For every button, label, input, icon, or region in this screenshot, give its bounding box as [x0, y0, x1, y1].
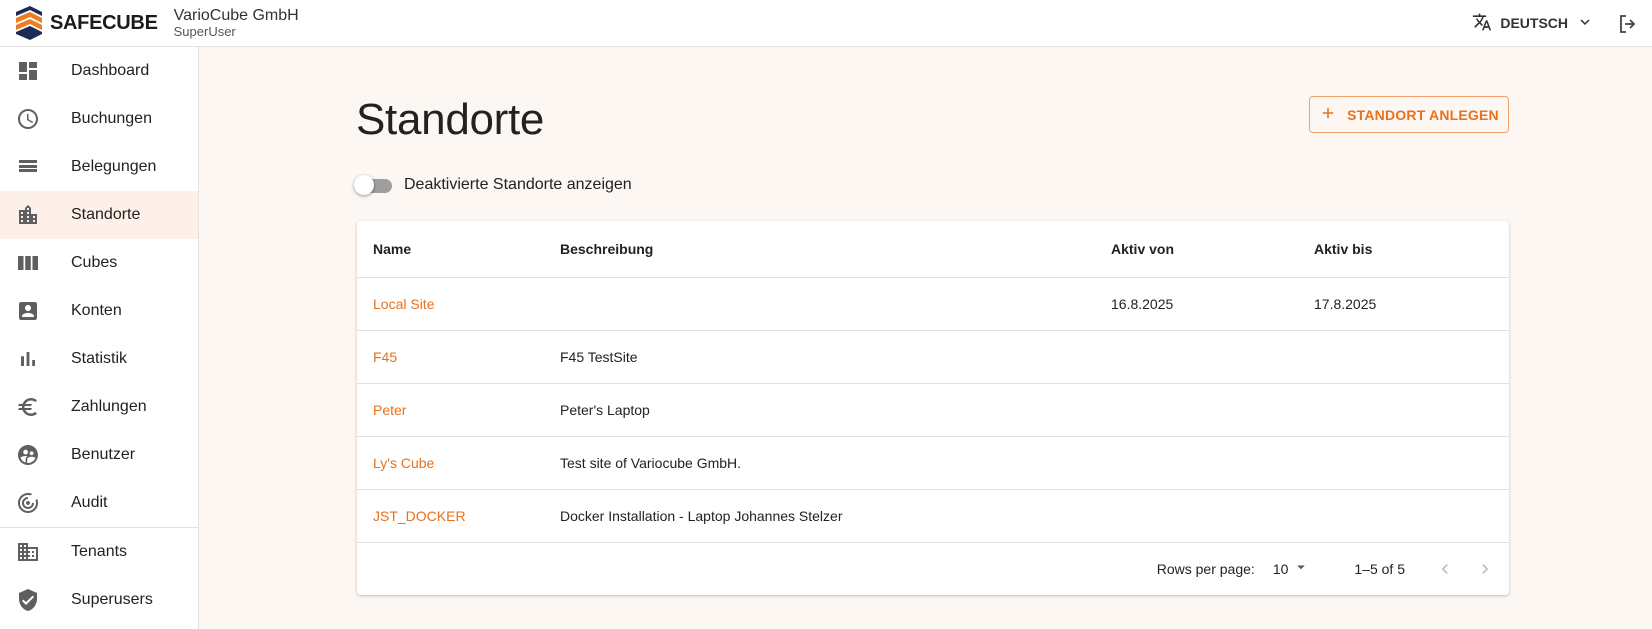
- location-active-to: [1314, 436, 1509, 490]
- table-pagination: Rows per page: 10 1–5 of 5: [357, 543, 1509, 595]
- chevron-down-icon: [1576, 13, 1594, 34]
- sidebar-item-konten[interactable]: Konten: [0, 287, 198, 335]
- location-active-from: [1111, 489, 1314, 543]
- next-page-icon[interactable]: [1475, 559, 1495, 579]
- language-selector[interactable]: DEUTSCH: [1472, 11, 1594, 35]
- location-description: Test site of Variocube GmbH.: [560, 436, 1111, 490]
- sidebar-item-label: Belegungen: [71, 158, 157, 175]
- location-description: Peter's Laptop: [560, 383, 1111, 437]
- location-active-to: [1314, 383, 1509, 437]
- location-active-from: 16.8.2025: [1111, 277, 1314, 331]
- rows-per-page-select[interactable]: 10: [1273, 558, 1311, 579]
- sidebar-item-cubes[interactable]: Cubes: [0, 239, 198, 287]
- sidebar: Dashboard Buchungen Belegungen Standorte…: [0, 47, 199, 629]
- add-location-button[interactable]: STANDORT ANLEGEN: [1309, 96, 1509, 133]
- arrow-drop-down-icon: [1292, 558, 1310, 579]
- pagination-range: 1–5 of 5: [1354, 560, 1405, 577]
- euro-icon: [16, 395, 40, 419]
- sidebar-item-label: Benutzer: [71, 446, 136, 463]
- view-stream-icon: [16, 155, 40, 179]
- location-description: [560, 277, 1111, 331]
- sidebar-item-label: Buchungen: [71, 110, 152, 127]
- sidebar-item-belegungen[interactable]: Belegungen: [0, 143, 198, 191]
- company-name: VarioCube GmbH: [173, 7, 299, 24]
- table-row[interactable]: JST_DOCKER Docker Installation - Laptop …: [357, 489, 1509, 543]
- app-header: SAFECUBE VarioCube GmbH SuperUser DEUTSC…: [0, 0, 1652, 47]
- column-header-name: Name: [357, 221, 560, 278]
- sidebar-item-superusers[interactable]: Superusers: [0, 576, 198, 624]
- show-deactivated-row: Deaktivierte Standorte anzeigen: [354, 174, 632, 196]
- logo[interactable]: SAFECUBE: [14, 6, 158, 40]
- column-header-description: Beschreibung: [560, 221, 1111, 278]
- location-active-to: [1314, 489, 1509, 543]
- sidebar-item-standorte[interactable]: Standorte: [0, 191, 198, 239]
- rows-per-page-value: 10: [1272, 560, 1289, 577]
- plus-icon: [1319, 104, 1337, 125]
- table-row[interactable]: Peter Peter's Laptop: [357, 383, 1509, 437]
- location-active-to: [1314, 330, 1509, 384]
- sidebar-item-buchungen[interactable]: Buchungen: [0, 95, 198, 143]
- translate-icon: [1472, 12, 1492, 35]
- location-active-to: 17.8.2025: [1314, 277, 1509, 331]
- brand-name: SAFECUBE: [50, 11, 158, 34]
- page-title: Standorte: [356, 95, 545, 144]
- sidebar-item-label: Konten: [71, 302, 122, 319]
- column-header-active-to: Aktiv bis: [1314, 221, 1509, 278]
- location-name-link[interactable]: Ly's Cube: [373, 455, 434, 471]
- location-name-link[interactable]: Peter: [373, 402, 406, 418]
- sidebar-item-label: Tenants: [71, 543, 128, 560]
- rows-per-page-label: Rows per page:: [1156, 560, 1255, 577]
- group-icon: [16, 443, 40, 467]
- bar-chart-icon: [16, 347, 40, 371]
- sidebar-item-benutzer[interactable]: Benutzer: [0, 431, 198, 479]
- sidebar-item-zahlungen[interactable]: Zahlungen: [0, 383, 198, 431]
- sidebar-item-label: Audit: [71, 494, 108, 511]
- sidebar-item-label: Standorte: [71, 206, 141, 223]
- sidebar-item-dashboard[interactable]: Dashboard: [0, 47, 198, 95]
- sidebar-item-label: Dashboard: [71, 62, 150, 79]
- safecube-logo-icon: [16, 6, 42, 40]
- verified-shield-icon: [16, 588, 40, 612]
- sidebar-item-label: Superusers: [71, 591, 153, 608]
- location-name-link[interactable]: Local Site: [373, 296, 434, 312]
- toggle-label: Deaktivierte Standorte anzeigen: [404, 176, 632, 193]
- logout-icon[interactable]: [1616, 12, 1640, 36]
- add-location-label: STANDORT ANLEGEN: [1347, 106, 1499, 123]
- table-row[interactable]: Ly's Cube Test site of Variocube GmbH.: [357, 436, 1509, 490]
- sidebar-item-label: Statistik: [71, 350, 128, 367]
- column-header-active-from: Aktiv von: [1111, 221, 1314, 278]
- dashboard-icon: [16, 59, 40, 83]
- location-name-link[interactable]: JST_DOCKER: [373, 508, 466, 524]
- tenant-info: VarioCube GmbH SuperUser: [173, 7, 299, 39]
- table-header-row: Name Beschreibung Aktiv von Aktiv bis: [357, 221, 1509, 278]
- toggle-thumb: [354, 175, 374, 195]
- location-city-icon: [16, 203, 40, 227]
- sidebar-item-audit[interactable]: Audit: [0, 479, 198, 527]
- sidebar-item-label: Zahlungen: [71, 398, 147, 415]
- building-icon: [16, 540, 40, 564]
- location-active-from: [1111, 383, 1314, 437]
- language-label: DEUTSCH: [1500, 15, 1568, 31]
- clock-icon: [16, 107, 40, 131]
- locations-table: Name Beschreibung Aktiv von Aktiv bis Lo…: [357, 221, 1509, 595]
- sidebar-item-tenants[interactable]: Tenants: [0, 528, 198, 576]
- location-active-from: [1111, 330, 1314, 384]
- radar-icon: [16, 491, 40, 515]
- previous-page-icon[interactable]: [1435, 559, 1455, 579]
- table-row[interactable]: Local Site 16.8.2025 17.8.2025: [357, 277, 1509, 331]
- location-name-link[interactable]: F45: [373, 349, 397, 365]
- sidebar-item-statistik[interactable]: Statistik: [0, 335, 198, 383]
- table-row[interactable]: F45 F45 TestSite: [357, 330, 1509, 384]
- location-description: Docker Installation - Laptop Johannes St…: [560, 489, 1111, 543]
- show-deactivated-toggle[interactable]: [354, 174, 392, 196]
- location-description: F45 TestSite: [560, 330, 1111, 384]
- account-box-icon: [16, 299, 40, 323]
- sidebar-item-label: Cubes: [71, 254, 118, 271]
- view-week-icon: [16, 251, 40, 275]
- user-role: SuperUser: [173, 24, 236, 39]
- location-active-from: [1111, 436, 1314, 490]
